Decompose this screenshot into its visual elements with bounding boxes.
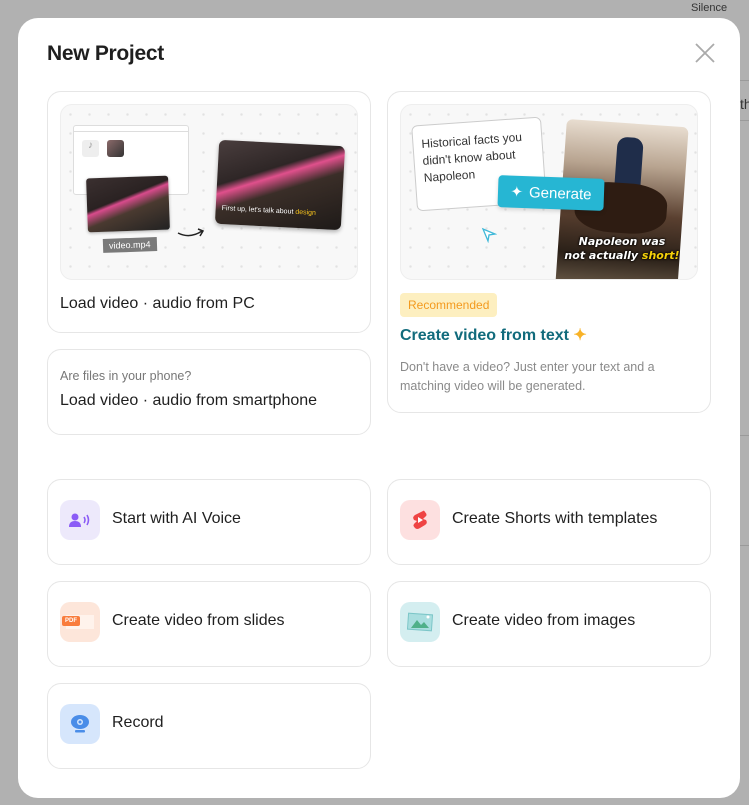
action-label: Start with AI Voice xyxy=(112,510,241,527)
text-to-video-description: Don't have a video? Just enter your text… xyxy=(400,360,655,393)
slides-card[interactable]: PDF Create video from slides xyxy=(47,581,371,667)
shorts-templates-card[interactable]: Create Shorts with templates xyxy=(387,479,711,565)
load-pc-illustration: ♪ video.mp4 First up, let's talk about d… xyxy=(60,104,358,280)
images-card[interactable]: Create video from images xyxy=(387,581,711,667)
smartphone-label: Load video · audio from smartphone xyxy=(60,392,318,409)
images-icon xyxy=(400,602,440,642)
text-to-video-illustration: Historical facts you didn't know about N… xyxy=(400,104,698,280)
background-text: th xyxy=(740,96,749,112)
divider xyxy=(740,80,749,81)
background-text: Silence xyxy=(691,2,728,14)
webcam-icon xyxy=(60,704,100,744)
action-label: Create video from images xyxy=(452,612,636,629)
ai-voice-card[interactable]: Start with AI Voice xyxy=(47,479,371,565)
load-from-pc-card[interactable]: ♪ video.mp4 First up, let's talk about d… xyxy=(47,91,371,333)
arrow-icon xyxy=(177,228,205,237)
new-project-modal: New Project ♪ video.mp4 First up, let's … xyxy=(18,18,740,798)
create-video-from-text-card[interactable]: Historical facts you didn't know about N… xyxy=(387,91,711,413)
file-chip: video.mp4 xyxy=(102,237,157,253)
sparkle-icon: ✦ xyxy=(573,327,587,344)
shorts-icon xyxy=(400,500,440,540)
divider xyxy=(740,435,749,436)
record-card[interactable]: Record xyxy=(47,683,371,769)
video-file-thumb xyxy=(107,140,124,157)
image-caption-highlight: short! xyxy=(641,249,680,263)
image-caption: not actually xyxy=(564,249,642,263)
close-icon[interactable] xyxy=(694,42,716,64)
load-pc-label: Load video · audio from PC xyxy=(60,295,255,312)
image-caption: Napoleon was xyxy=(578,235,666,249)
generate-label: Generate xyxy=(528,183,592,203)
source-video-thumb xyxy=(86,175,170,233)
smartphone-hint: Are files in your phone? xyxy=(60,369,192,383)
title-text: Create video from text xyxy=(400,327,569,344)
generate-button: ✦ Generate xyxy=(497,175,605,211)
action-label: Record xyxy=(112,714,164,731)
caption-text: First up, let's talk about xyxy=(221,204,296,216)
action-label: Create Shorts with templates xyxy=(452,510,658,527)
recommended-badge: Recommended xyxy=(400,293,498,317)
cursor-icon xyxy=(481,227,497,243)
action-label: Create video from slides xyxy=(112,612,285,629)
divider xyxy=(740,545,749,546)
text-to-video-title: Create video from text ✦ xyxy=(400,325,587,345)
pdf-slides-icon: PDF xyxy=(60,602,100,642)
ai-voice-icon xyxy=(60,500,100,540)
modal-title: New Project xyxy=(47,42,164,65)
captioned-video-thumb: First up, let's talk about design xyxy=(214,139,346,231)
music-file-icon: ♪ xyxy=(82,140,99,157)
load-from-smartphone-card[interactable]: Are files in your phone? Load video · au… xyxy=(47,349,371,435)
sparkle-icon: ✦ xyxy=(510,183,524,202)
divider xyxy=(740,120,749,121)
caption-highlight: design xyxy=(295,208,317,217)
